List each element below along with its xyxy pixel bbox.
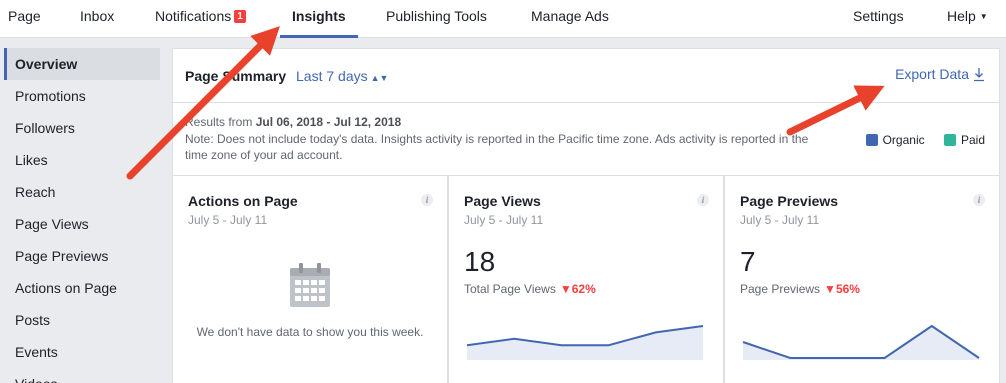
sidebar-item-page-previews[interactable]: Page Previews: [4, 240, 160, 272]
nav-manage-ads[interactable]: Manage Ads: [531, 0, 609, 38]
legend-item-organic: Organic: [865, 133, 925, 147]
results-dates: Jul 06, 2018 - Jul 12, 2018: [255, 115, 402, 129]
date-range-selector[interactable]: Last 7 days ▲▼: [296, 68, 388, 84]
card-dates: July 5 - July 11: [188, 213, 268, 227]
top-nav: Page Inbox Notifications 1 Insights Publi…: [0, 0, 1006, 38]
metric-change: ▼56%: [824, 282, 860, 296]
sidebar-item-actions-on-page[interactable]: Actions on Page: [4, 272, 160, 304]
nav-notifications-label: Notifications: [155, 8, 232, 24]
nav-help-label: Help: [947, 8, 976, 24]
sidebar-item-videos[interactable]: Videos: [4, 368, 160, 383]
metric-change-value: 62%: [571, 282, 596, 296]
card-dates: July 5 - July 11: [464, 213, 544, 227]
card-title: Actions on Page: [188, 193, 298, 209]
info-icon[interactable]: i: [421, 194, 433, 206]
timezone-note: Note: Does not include today's data. Ins…: [185, 132, 809, 162]
legend-label-organic: Organic: [882, 133, 925, 147]
card-title: Page Previews: [740, 193, 839, 209]
page-summary-header: Page Summary Last 7 days ▲▼ Export Data: [173, 49, 999, 103]
page-views-card[interactable]: Page Views July 5 - July 11 i 18 Total P…: [448, 176, 724, 383]
metric-label-text: Total Page Views: [464, 282, 556, 296]
notification-badge: 1: [234, 10, 246, 23]
nav-publishing-tools[interactable]: Publishing Tools: [386, 0, 487, 38]
export-data-label: Export Data: [895, 66, 969, 82]
sidebar-item-posts[interactable]: Posts: [4, 304, 160, 336]
metric-value: 18: [464, 246, 496, 277]
nav-insights[interactable]: Insights: [280, 0, 358, 38]
legend-swatch-paid: [943, 134, 956, 146]
nav-inbox[interactable]: Inbox: [80, 0, 114, 38]
nav-notifications[interactable]: Notifications 1: [155, 0, 246, 38]
sidebar-item-promotions[interactable]: Promotions: [4, 80, 160, 112]
nav-help[interactable]: Help ▼: [947, 0, 988, 38]
page-previews-sparkline: [742, 324, 980, 360]
sidebar-item-likes[interactable]: Likes: [4, 144, 160, 176]
down-triangle-icon: ▼: [559, 282, 572, 296]
sort-arrows-icon: ▲▼: [370, 73, 389, 83]
export-data-link[interactable]: Export Data: [895, 66, 985, 82]
card-title: Page Views: [464, 193, 541, 209]
legend-label-paid: Paid: [960, 133, 985, 147]
results-range: Results from Jul 06, 2018 - Jul 12, 2018: [185, 115, 401, 129]
sidebar-item-page-views[interactable]: Page Views: [4, 208, 160, 240]
page-views-sparkline: [466, 325, 704, 360]
info-icon[interactable]: i: [973, 194, 985, 206]
metric-value: 7: [740, 246, 756, 277]
chart-legend: Organic Paid: [850, 133, 985, 147]
nav-page[interactable]: Page: [8, 0, 41, 38]
date-range-label: Last 7 days: [296, 68, 368, 84]
page-previews-card[interactable]: Page Previews July 5 - July 11 i 7 Page …: [724, 176, 1000, 383]
legend-item-paid: Paid: [943, 133, 985, 147]
legend-swatch-organic: [865, 134, 878, 146]
results-prefix: Results from: [185, 115, 256, 129]
page-summary-title: Page Summary: [185, 68, 287, 84]
sidebar-item-overview[interactable]: Overview: [4, 48, 160, 80]
metric-label: Total Page Views ▼62%: [464, 282, 596, 296]
down-triangle-icon: ▼: [824, 282, 836, 296]
metric-label-text: Page Previews: [740, 282, 821, 296]
sidebar-item-followers[interactable]: Followers: [4, 112, 160, 144]
sidebar: Overview Promotions Followers Likes Reac…: [0, 48, 172, 383]
page-summary-panel: Page Summary Last 7 days ▲▼ Export Data R…: [172, 48, 1000, 176]
metric-change-value: 56%: [835, 282, 860, 296]
calendar-icon: [290, 263, 330, 307]
sidebar-item-events[interactable]: Events: [4, 336, 160, 368]
info-icon[interactable]: i: [697, 194, 709, 206]
metric-change: ▼62%: [560, 282, 596, 296]
card-dates: July 5 - July 11: [740, 213, 820, 227]
sidebar-item-reach[interactable]: Reach: [4, 176, 160, 208]
actions-on-page-card[interactable]: Actions on Page July 5 - July 11 i We do…: [172, 176, 448, 383]
metric-label: Page Previews ▼56%: [740, 282, 860, 296]
caret-down-icon: ▼: [979, 12, 988, 21]
download-icon: [974, 68, 984, 82]
nav-settings[interactable]: Settings: [853, 0, 904, 38]
no-data-message: We don't have data to show you this week…: [196, 325, 424, 339]
